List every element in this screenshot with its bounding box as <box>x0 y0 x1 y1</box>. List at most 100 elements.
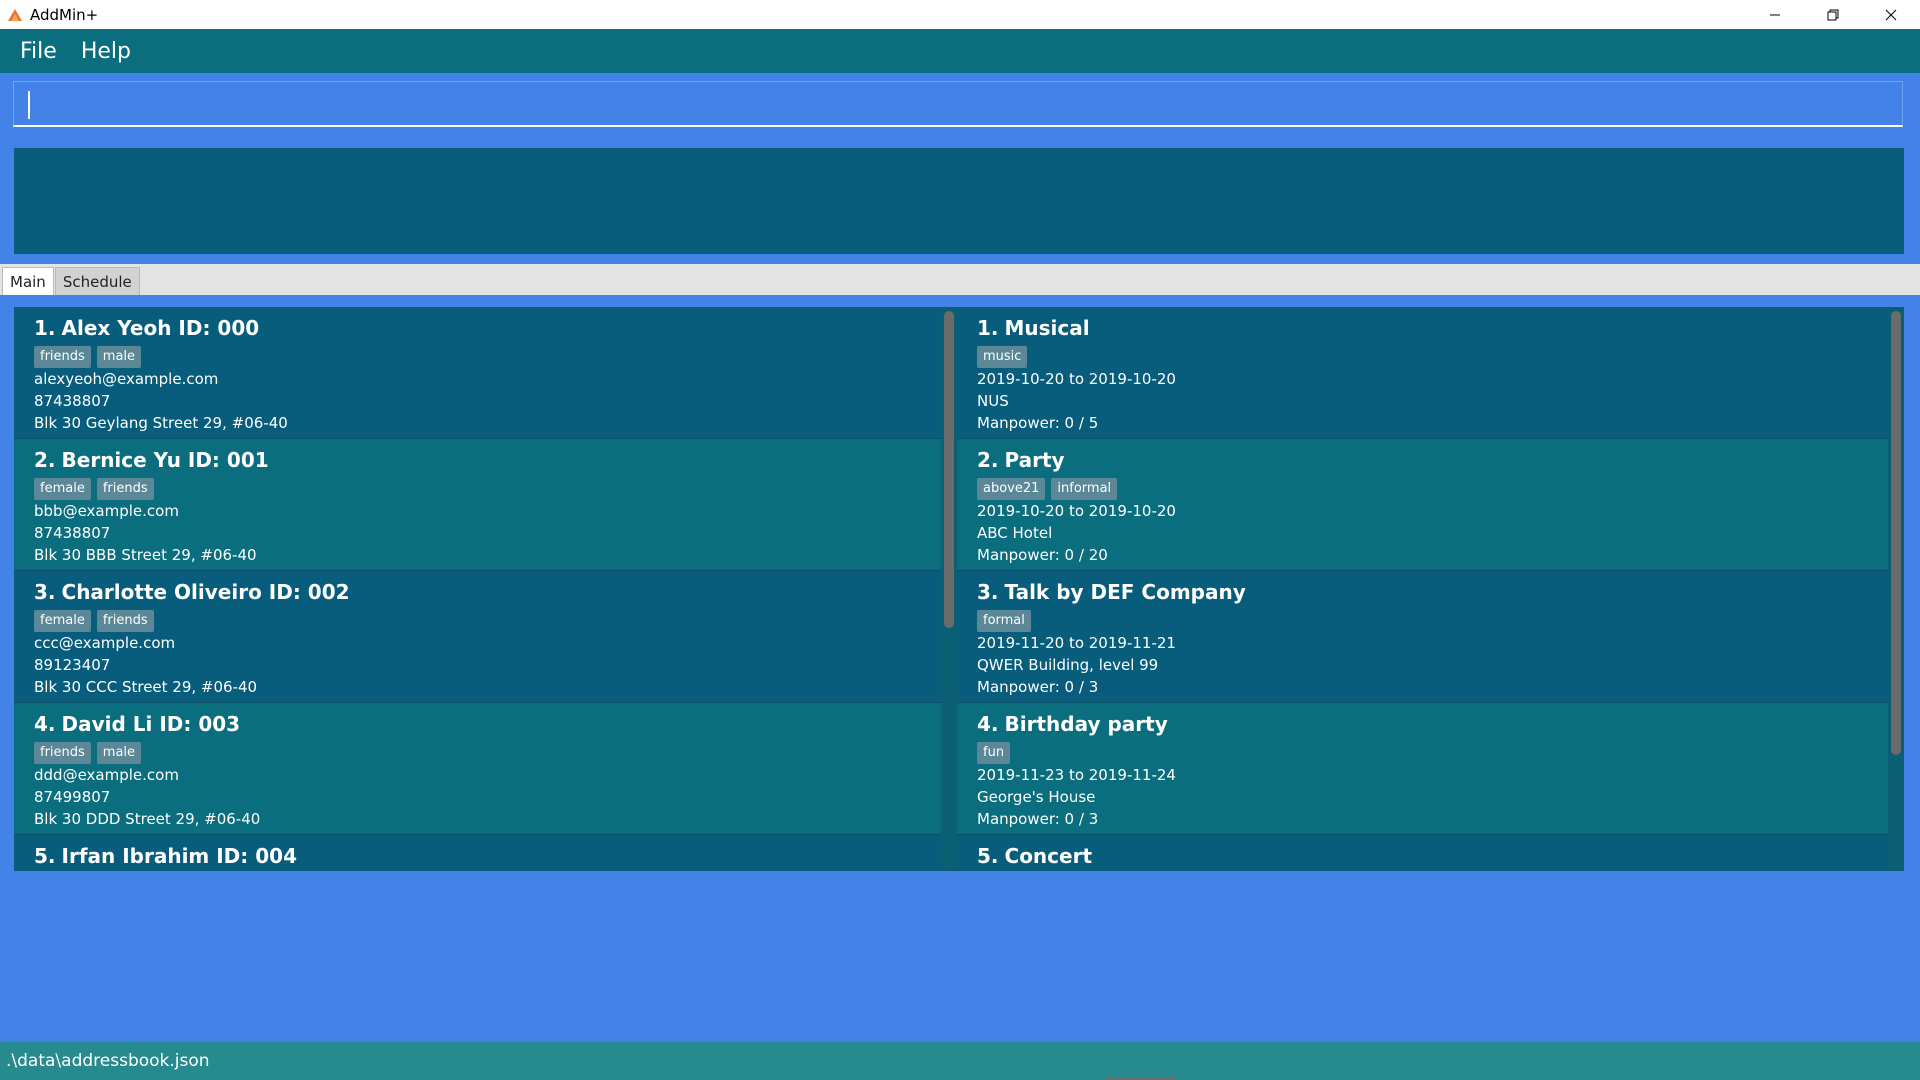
event-name: Musical <box>1004 316 1090 340</box>
event-card[interactable]: 2. Party above21 informal 2019-10-20 to 2… <box>957 439 1888 571</box>
person-title: 1. Alex Yeoh ID: 000 <box>34 315 941 341</box>
restore-button[interactable] <box>1804 0 1862 29</box>
event-name: Party <box>1004 448 1065 472</box>
person-phone: 87438807 <box>34 392 111 410</box>
restore-icon <box>1827 9 1839 20</box>
event-manpower: Manpower: 0 / 20 <box>977 546 1108 564</box>
person-title: 3. Charlotte Oliveiro ID: 002 <box>34 579 941 605</box>
event-list-scrollbar[interactable] <box>1888 307 1904 871</box>
event-title: 2. Party <box>977 447 1888 473</box>
tag: female <box>34 610 91 632</box>
event-index: 5. <box>977 844 999 868</box>
event-card[interactable]: 3. Talk by DEF Company formal 2019-11-20 … <box>957 571 1888 703</box>
person-list: 1. Alex Yeoh ID: 000 friends male alexyeo… <box>14 307 941 871</box>
person-email: ccc@example.com <box>34 634 176 652</box>
menu-help[interactable]: Help <box>71 39 141 64</box>
scrollbar-thumb[interactable] <box>944 311 954 628</box>
person-email: alexyeoh@example.com <box>34 370 219 388</box>
person-index: 3. <box>34 580 56 604</box>
person-card[interactable]: 1. Alex Yeoh ID: 000 friends male alexyeo… <box>14 307 941 439</box>
person-name: David Li ID: 003 <box>61 712 241 736</box>
person-name: Bernice Yu ID: 001 <box>61 448 269 472</box>
menu-file[interactable]: File <box>10 39 67 64</box>
close-icon <box>1885 9 1897 20</box>
tag: male <box>96 346 142 368</box>
tag: formal <box>977 610 1031 632</box>
command-box <box>13 81 1903 127</box>
event-title: 3. Talk by DEF Company <box>977 579 1888 605</box>
person-tags: female friends <box>34 610 941 632</box>
event-card[interactable]: 5. Concert <box>957 835 1888 871</box>
tab-bar: Main Schedule <box>0 264 1920 295</box>
person-phone: 87499807 <box>34 788 111 806</box>
event-venue: QWER Building, level 99 <box>977 656 1159 674</box>
person-list-scrollbar[interactable] <box>941 307 957 871</box>
event-title: 5. Concert <box>977 843 1888 869</box>
person-address: Blk 30 CCC Street 29, #06-40 <box>34 678 258 696</box>
person-address: Blk 30 BBB Street 29, #06-40 <box>34 546 257 564</box>
event-manpower: Manpower: 0 / 5 <box>977 414 1099 432</box>
event-name: Birthday party <box>1004 712 1168 736</box>
event-card[interactable]: 4. Birthday party fun 2019-11-23 to 2019-… <box>957 703 1888 835</box>
event-name: Concert <box>1004 844 1093 868</box>
person-card[interactable]: 5. Irfan Ibrahim ID: 004 <box>14 835 941 871</box>
menu-bar: File Help <box>0 29 1920 73</box>
event-tags: above21 informal <box>977 478 1888 500</box>
person-card[interactable]: 2. Bernice Yu ID: 001 female friends bbb@… <box>14 439 941 571</box>
tag: music <box>977 346 1028 368</box>
scrollbar-thumb[interactable] <box>1891 311 1901 755</box>
tag: above21 <box>977 478 1046 500</box>
person-address: Blk 30 DDD Street 29, #06-40 <box>34 810 261 828</box>
person-name: Irfan Ibrahim ID: 004 <box>61 844 297 868</box>
result-display <box>14 148 1904 254</box>
person-tags: friends male <box>34 346 941 368</box>
person-tags: friends male <box>34 742 941 764</box>
event-venue: George's House <box>977 788 1096 806</box>
tag: friends <box>96 610 154 632</box>
event-title: 1. Musical <box>977 315 1888 341</box>
command-input[interactable] <box>14 82 1902 125</box>
tag: fun <box>977 742 1011 764</box>
tab-main[interactable]: Main <box>2 267 54 295</box>
event-dates: 2019-11-23 to 2019-11-24 <box>977 766 1176 784</box>
event-tags: fun <box>977 742 1888 764</box>
tab-schedule[interactable]: Schedule <box>54 267 140 295</box>
minimize-icon <box>1770 14 1780 15</box>
event-index: 3. <box>977 580 999 604</box>
person-tags: female friends <box>34 478 941 500</box>
person-title: 5. Irfan Ibrahim ID: 004 <box>34 843 941 869</box>
person-email: bbb@example.com <box>34 502 179 520</box>
event-manpower: Manpower: 0 / 3 <box>977 810 1099 828</box>
person-card[interactable]: 3. Charlotte Oliveiro ID: 002 female frie… <box>14 571 941 703</box>
event-index: 4. <box>977 712 999 736</box>
close-button[interactable] <box>1862 0 1920 29</box>
tag: friends <box>34 742 91 764</box>
tag: friends <box>34 346 91 368</box>
person-phone: 87438807 <box>34 524 111 542</box>
person-index: 1. <box>34 316 56 340</box>
person-phone: 89123407 <box>34 656 111 674</box>
person-index: 2. <box>34 448 56 472</box>
event-index: 2. <box>977 448 999 472</box>
event-venue: ABC Hotel <box>977 524 1053 542</box>
person-list-panel: 1. Alex Yeoh ID: 000 friends male alexyeo… <box>14 307 957 871</box>
tag: male <box>96 742 142 764</box>
window-title-bar: AddMin+ <box>0 0 1920 29</box>
event-card[interactable]: 1. Musical music 2019-10-20 to 2019-10-20… <box>957 307 1888 439</box>
save-location: .\data\addressbook.json <box>6 1051 210 1071</box>
text-caret <box>28 91 30 119</box>
java-icon <box>6 6 24 24</box>
window-title: AddMin+ <box>30 5 99 24</box>
event-dates: 2019-10-20 to 2019-10-20 <box>977 370 1176 388</box>
event-tags: formal <box>977 610 1888 632</box>
window-controls <box>1746 0 1920 29</box>
person-address: Blk 30 Geylang Street 29, #06-40 <box>34 414 288 432</box>
minimize-button[interactable] <box>1746 0 1804 29</box>
event-dates: 2019-11-20 to 2019-11-21 <box>977 634 1176 652</box>
person-index: 4. <box>34 712 56 736</box>
event-venue: NUS <box>977 392 1009 410</box>
event-tags: music <box>977 346 1888 368</box>
person-card[interactable]: 4. David Li ID: 003 friends male ddd@exam… <box>14 703 941 835</box>
event-manpower: Manpower: 0 / 3 <box>977 678 1099 696</box>
status-bar: .\data\addressbook.json <box>0 1042 1920 1080</box>
